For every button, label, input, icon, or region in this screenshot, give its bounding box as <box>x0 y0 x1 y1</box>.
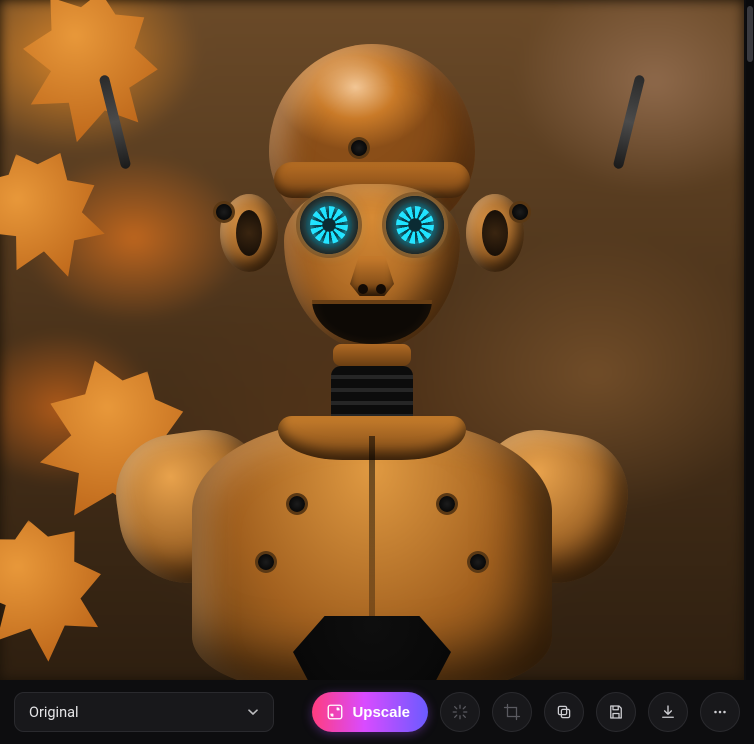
size-select-value: Original <box>29 704 79 721</box>
robot-head <box>248 44 496 344</box>
size-select[interactable]: Original <box>14 692 274 732</box>
robot-illustration <box>112 44 632 680</box>
crop-icon <box>503 703 521 721</box>
variations-button[interactable] <box>440 692 480 732</box>
copy-icon <box>555 703 573 721</box>
eye-right <box>386 196 444 254</box>
variations-icon <box>451 703 469 721</box>
bottom-toolbar: Original Upscale <box>0 680 754 744</box>
abdomen-plate <box>293 616 451 680</box>
more-button[interactable] <box>700 692 740 732</box>
image-canvas[interactable] <box>0 0 744 680</box>
upscale-button[interactable]: Upscale <box>312 692 428 732</box>
mouth <box>312 300 432 344</box>
eye-left <box>300 196 358 254</box>
upscale-button-label: Upscale <box>352 704 410 721</box>
upscale-icon <box>326 703 344 721</box>
save-icon <box>607 703 625 721</box>
crop-button[interactable] <box>492 692 532 732</box>
scrollbar-track[interactable] <box>746 0 754 680</box>
more-icon <box>711 703 729 721</box>
scrollbar-thumb[interactable] <box>747 6 753 62</box>
download-button[interactable] <box>648 692 688 732</box>
chevron-down-icon <box>247 706 259 718</box>
save-button[interactable] <box>596 692 636 732</box>
copy-button[interactable] <box>544 692 584 732</box>
download-icon <box>659 703 677 721</box>
